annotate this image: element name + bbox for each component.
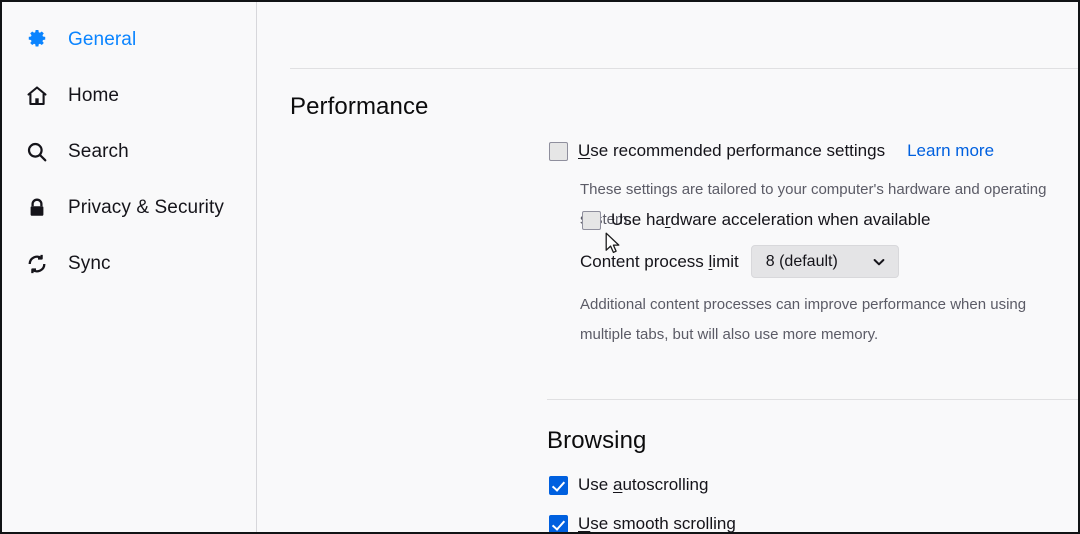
content-process-limit-label: Content process limit (580, 252, 739, 272)
sidebar-item-label: Search (68, 141, 129, 162)
use-recommended-performance-settings-label: Use recommended performance settings (578, 141, 885, 161)
learn-more-link[interactable]: Learn more (907, 141, 994, 161)
use-hardware-acceleration-label: Use hardware acceleration when available (611, 210, 930, 230)
home-icon (24, 83, 50, 109)
content-process-limit-value: 8 (default) (765, 252, 838, 270)
sync-icon (24, 251, 50, 277)
content-top-divider (290, 68, 1078, 69)
accesskey-letter: U (578, 141, 591, 160)
browsing-title: Browsing (547, 427, 647, 454)
label-rest: se smooth scrolling (590, 514, 736, 532)
label-rest: se recommended performance settings (590, 141, 886, 160)
section-divider (547, 399, 1078, 400)
content-process-limit-dropdown[interactable]: 8 (default) (750, 245, 899, 278)
settings-sidebar: General Home Search Privacy & Security S… (2, 2, 257, 532)
sidebar-item-label: Sync (68, 253, 111, 274)
lock-icon (24, 195, 50, 221)
label-prefix: Content process (580, 251, 709, 271)
browsing-section-header: Browsing (547, 427, 647, 455)
label-rest: utoscrolling (622, 475, 709, 494)
label-prefix: Use ha (611, 210, 665, 229)
label-rest: dware acceleration when available (670, 210, 931, 229)
label-rest: imit (712, 251, 739, 271)
label-prefix: Use (578, 475, 613, 494)
sidebar-item-general[interactable]: General (2, 20, 256, 60)
use-hardware-acceleration-row[interactable]: Use hardware acceleration when available (582, 210, 930, 230)
sidebar-item-search[interactable]: Search (2, 132, 256, 172)
use-smooth-scrolling-label: Use smooth scrolling (578, 514, 736, 532)
use-autoscrolling-checkbox[interactable] (549, 475, 568, 495)
use-recommended-performance-settings-row[interactable]: Use recommended performance settings Lea… (549, 141, 994, 161)
sidebar-item-sync[interactable]: Sync (2, 244, 256, 284)
use-autoscrolling-label: Use autoscrolling (578, 475, 708, 495)
content-process-description: Additional content processes can improve… (580, 296, 1027, 343)
sidebar-item-home[interactable]: Home (2, 76, 256, 116)
firefox-settings-window: General Home Search Privacy & Security S… (0, 0, 1080, 534)
content-process-limit-row: Content process limit 8 (default) (580, 245, 899, 278)
use-smooth-scrolling-row[interactable]: Use smooth scrolling (549, 514, 736, 532)
performance-title: Performance (290, 93, 429, 120)
use-smooth-scrolling-checkbox[interactable] (549, 514, 568, 532)
accesskey-letter: U (578, 514, 591, 532)
use-hardware-acceleration-checkbox[interactable] (582, 210, 601, 230)
sidebar-item-privacy-security[interactable]: Privacy & Security (2, 188, 256, 228)
settings-content-pane: Performance Use recommended performance … (257, 2, 1078, 532)
use-recommended-performance-settings-checkbox[interactable] (549, 141, 568, 161)
use-autoscrolling-row[interactable]: Use autoscrolling (549, 475, 708, 495)
sidebar-item-label: Privacy & Security (68, 197, 224, 218)
sidebar-item-label: General (68, 29, 137, 50)
search-icon (24, 139, 50, 165)
sidebar-item-label: Home (68, 85, 120, 106)
performance-section-header: Performance (290, 93, 429, 121)
gear-icon (24, 27, 50, 53)
chevron-down-icon (872, 255, 886, 269)
